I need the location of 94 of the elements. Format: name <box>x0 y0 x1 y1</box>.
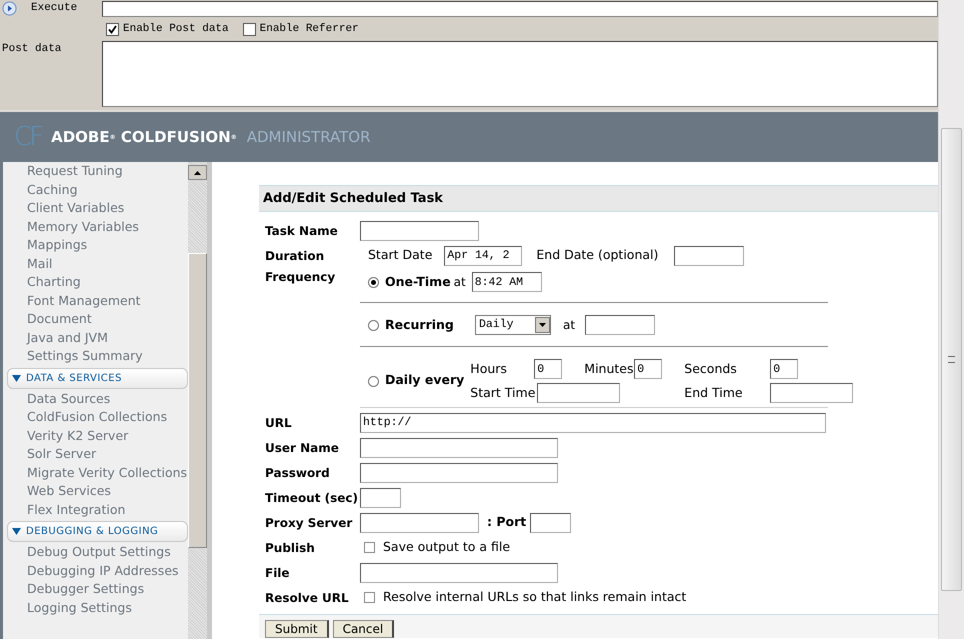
sidebar-item[interactable]: Solr Server <box>3 445 188 464</box>
checkbox-label: Enable Post data <box>123 22 229 37</box>
radio-button[interactable] <box>368 320 379 330</box>
section-title: DATA & SERVICES <box>26 372 122 386</box>
radio-button[interactable] <box>368 376 379 386</box>
option-label: One-Time <box>385 272 451 291</box>
sidebar-item[interactable]: Request Tuning <box>3 162 188 180</box>
sidebar-item[interactable]: Settings Summary <box>3 347 188 366</box>
date-field[interactable]: Apr 14, 2 <box>444 246 522 266</box>
frequency-dropdown[interactable]: Daily <box>475 315 551 335</box>
post-data-label: Post data <box>2 42 62 57</box>
text-field[interactable]: 0 <box>770 359 798 379</box>
text-field[interactable] <box>360 438 558 458</box>
sidebar-item[interactable]: Java and JVM <box>3 328 188 347</box>
sidebar-item[interactable]: ColdFusion Collections <box>3 408 188 426</box>
sidebar-item[interactable]: Document <box>3 310 188 328</box>
sidebar-item[interactable]: Mail <box>3 254 188 273</box>
field-label: Task Name <box>265 222 339 240</box>
field-label: Frequency <box>265 269 336 286</box>
sidebar-item[interactable]: Debugger Settings <box>3 580 188 598</box>
text-field[interactable] <box>530 512 572 532</box>
checkbox[interactable] <box>364 592 375 603</box>
triangle-icon <box>12 528 21 535</box>
sidebar-item[interactable]: Web Services <box>3 482 188 500</box>
header-title: ADOBE$^{®}$ COLDFUSION$^{®}$ <box>51 126 237 148</box>
execute-label[interactable]: Execute <box>31 0 78 17</box>
execute-field[interactable] <box>102 0 938 16</box>
text-field[interactable] <box>360 562 558 582</box>
field-label: URL <box>265 414 293 432</box>
sidebar-item[interactable]: Client Variables <box>3 199 188 218</box>
post-data-field[interactable] <box>102 41 938 107</box>
text-field[interactable]: 0 <box>634 359 662 379</box>
field-label: Resolve URL <box>265 590 350 606</box>
section-title: DEBUGGING & LOGGING <box>26 525 158 539</box>
field-label: End Date (optional) <box>536 246 658 264</box>
sidebar-item[interactable]: Caching <box>3 180 188 199</box>
date-field[interactable] <box>674 246 744 266</box>
time-field[interactable]: 8:42 AM <box>472 272 542 292</box>
option-label: Daily every <box>385 370 464 389</box>
sidebar-item[interactable]: Debug Output Settings <box>3 543 188 562</box>
sidebar-item[interactable]: Logging Settings <box>3 598 188 617</box>
field-label: Start Date <box>368 246 432 264</box>
sidebar-item[interactable]: Font Management <box>3 292 188 310</box>
option-label: Recurring <box>385 316 455 334</box>
at-label: at <box>454 274 466 291</box>
sidebar-item[interactable]: Data Sources <box>3 390 188 408</box>
field-label: User Name <box>265 440 340 456</box>
checkbox[interactable] <box>242 22 256 36</box>
section-header[interactable]: DATA & SERVICES <box>7 368 188 388</box>
scrollbar-thumb[interactable] <box>941 128 962 591</box>
panel-title: Add/Edit Scheduled Task <box>259 185 938 212</box>
text-field[interactable] <box>537 383 620 403</box>
field-label: : Port <box>487 513 526 532</box>
up-arrow-icon <box>194 170 201 174</box>
field-label: Start Time <box>470 384 536 402</box>
checkbox[interactable] <box>106 22 119 36</box>
field-label: Publish <box>265 540 316 556</box>
field-label: File <box>265 564 291 582</box>
checkbox-label: Save output to a file <box>383 538 510 556</box>
sidebar-item[interactable]: Charting <box>3 273 188 292</box>
field-label: Password <box>265 464 331 482</box>
header-subtitle: ADMINISTRATOR <box>246 126 371 148</box>
time-field[interactable] <box>585 315 656 335</box>
text-field[interactable]: 0 <box>534 359 562 379</box>
sidebar-item[interactable]: Migrate Verity Collections <box>3 464 188 482</box>
sidebar-item[interactable]: Verity K2 Server <box>3 426 188 445</box>
field-label: Timeout (sec) <box>265 490 360 506</box>
radio-button[interactable] <box>368 276 379 288</box>
text-field[interactable] <box>360 488 401 508</box>
section-header[interactable]: DEBUGGING & LOGGING <box>7 521 188 542</box>
at-label: at <box>563 317 576 334</box>
field-label: End Time <box>684 384 744 402</box>
play-icon[interactable] <box>2 1 17 16</box>
checkbox-label: Enable Referrer <box>260 22 359 37</box>
scroll-up-button[interactable] <box>188 165 207 180</box>
field-label: Seconds <box>684 360 738 378</box>
field-label: Minutes <box>584 360 634 378</box>
checkbox[interactable] <box>364 542 375 553</box>
text-field[interactable] <box>770 383 854 403</box>
field-label: Proxy Server <box>265 514 354 532</box>
sidebar-item[interactable]: Debugging IP Addresses <box>3 562 188 580</box>
sidebar-item[interactable]: Mappings <box>3 236 188 254</box>
triangle-icon <box>12 374 21 382</box>
form-button[interactable]: Cancel <box>332 620 394 638</box>
form-button[interactable]: Submit <box>265 620 329 638</box>
url-field[interactable]: http:// <box>360 412 826 432</box>
text-field[interactable] <box>360 512 479 532</box>
sidebar-item[interactable]: Memory Variables <box>3 218 188 236</box>
text-field[interactable] <box>360 220 479 240</box>
field-label: Duration <box>265 248 326 264</box>
sidebar-item[interactable]: Flex Integration <box>3 500 188 519</box>
field-label: Hours <box>470 360 508 378</box>
checkbox-label: Resolve internal URLs so that links remain intact <box>383 588 686 606</box>
password-field[interactable] <box>360 462 558 482</box>
